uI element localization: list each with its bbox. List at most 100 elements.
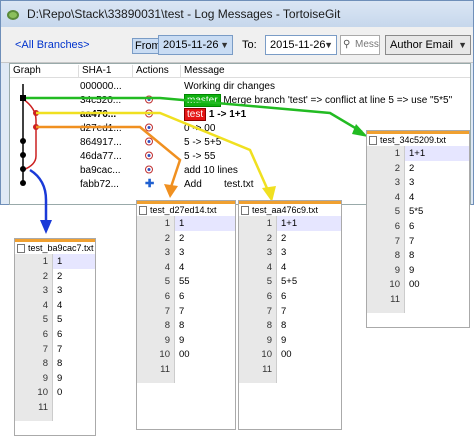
line-number: 7	[42, 343, 48, 355]
line-number: 9	[266, 334, 272, 346]
file-text[interactable]: 1 2 3 4 55 6 7 8 9 00	[175, 216, 235, 377]
line-number: 9	[164, 334, 170, 346]
line-text: 8	[57, 358, 63, 370]
line-text: 7	[57, 343, 63, 355]
line-number: 7	[266, 305, 272, 317]
line-text: 00	[409, 279, 420, 291]
file-window-ba9cac7: test_ba9cac7.txt 1 2 3 4 5 6 7 8 9 10 11 1 2 3 4 5 6 7 8 9 0	[14, 238, 96, 436]
line-text: 4	[409, 191, 415, 203]
line-text: 4	[57, 299, 63, 311]
line-text: 6	[281, 290, 287, 302]
line-text: 00	[281, 349, 292, 361]
line-number: 10	[159, 349, 170, 361]
line-number: 1	[266, 218, 272, 229]
line-number: 2	[164, 232, 170, 244]
line-number: 6	[42, 328, 48, 340]
file-name: test_d27ed14.txt	[150, 205, 217, 215]
file-icon	[139, 205, 147, 215]
line-number: 8	[164, 320, 170, 332]
line-text: 00	[179, 349, 190, 361]
line-text: 1	[57, 256, 63, 267]
line-number: 3	[266, 247, 272, 259]
line-number: 2	[266, 232, 272, 244]
line-number: 4	[164, 261, 170, 273]
file-name: test_34c5209.txt	[380, 135, 447, 145]
line-number: 8	[394, 250, 400, 262]
commit-graph	[20, 84, 39, 186]
line-text: 7	[179, 305, 185, 317]
file-text[interactable]: 1+1 2 3 4 5*5 6 7 8 9 00	[405, 146, 469, 307]
line-number: 5	[394, 206, 400, 218]
line-number: 4	[266, 261, 272, 273]
line-text: 0	[57, 387, 63, 399]
file-icon	[241, 205, 249, 215]
line-number: 3	[164, 247, 170, 259]
line-number: 2	[394, 162, 400, 174]
line-number: 5	[266, 276, 272, 288]
line-text: 3	[281, 247, 287, 259]
line-text: 4	[281, 261, 287, 273]
file-window-d27ed14: test_d27ed14.txt 1 2 3 4 5 6 7 8 9 10 11 1 2 3 4 55 6 7 8 9…	[136, 200, 236, 430]
line-text: 5*5	[409, 206, 424, 218]
line-number: 5	[164, 276, 170, 288]
file-tab[interactable]: test_ba9cac7.txt	[15, 239, 95, 254]
line-number: 10	[389, 279, 400, 291]
line-number-gutter: 1 2 3 4 5 6 7 8 9 10 11	[15, 254, 53, 421]
line-text: 3	[57, 285, 63, 297]
line-number: 8	[42, 358, 48, 370]
line-number: 11	[160, 363, 170, 375]
file-name: test_aa476c9.txt	[252, 205, 319, 215]
line-number: 7	[164, 305, 170, 317]
line-number: 10	[37, 387, 48, 399]
line-text: 1+1	[409, 148, 426, 159]
line-text: 2	[179, 232, 185, 244]
line-number: 3	[394, 177, 400, 189]
file-window-34c5209: test_34c5209.txt 1 2 3 4 5 6 7 8 9 10 11 1+1 2 3 4 5*5 6…	[366, 130, 470, 328]
line-number: 1	[164, 218, 170, 229]
file-tab[interactable]: test_d27ed14.txt	[137, 201, 235, 216]
line-text: 9	[281, 334, 287, 346]
line-number: 4	[42, 299, 48, 311]
line-text: 9	[57, 372, 63, 384]
line-text: 6	[57, 328, 63, 340]
line-text: 5+5	[281, 276, 298, 288]
file-icon	[369, 135, 377, 145]
file-text[interactable]: 1 2 3 4 5 6 7 8 9 0	[53, 254, 95, 415]
line-number: 1	[394, 148, 400, 159]
file-tab[interactable]: test_34c5209.txt	[367, 131, 469, 146]
line-number: 3	[42, 285, 48, 297]
line-text: 6	[409, 220, 415, 232]
line-text: 9	[409, 264, 415, 276]
line-number: 10	[261, 349, 272, 361]
line-number: 6	[394, 220, 400, 232]
file-icon	[17, 243, 25, 253]
line-text: 1+1	[281, 218, 298, 229]
line-text: 4	[179, 261, 185, 273]
line-text: 2	[281, 232, 287, 244]
line-number: 8	[266, 320, 272, 332]
line-number-gutter: 1 2 3 4 5 6 7 8 9 10 11	[239, 216, 277, 383]
file-name: test_ba9cac7.txt	[28, 243, 94, 253]
line-number: 1	[42, 256, 48, 267]
line-text: 8	[409, 250, 415, 262]
line-text: 9	[179, 334, 185, 346]
line-text: 1	[179, 218, 185, 229]
line-text: 8	[281, 320, 287, 332]
screenshot-root: D:\Repo\Stack\33890031\test - Log Messag…	[0, 0, 474, 439]
line-number-gutter: 1 2 3 4 5 6 7 8 9 10 11	[367, 146, 405, 313]
file-window-aa476c9: test_aa476c9.txt 1 2 3 4 5 6 7 8 9 10 11 1+1 2 3 4 5+5 6…	[238, 200, 342, 430]
line-text: 5	[57, 314, 63, 326]
line-number: 11	[262, 363, 272, 375]
line-text: 8	[179, 320, 185, 332]
file-tab[interactable]: test_aa476c9.txt	[239, 201, 341, 216]
line-text: 2	[57, 270, 63, 282]
file-text[interactable]: 1+1 2 3 4 5+5 6 7 8 9 00	[277, 216, 341, 377]
line-number-gutter: 1 2 3 4 5 6 7 8 9 10 11	[137, 216, 175, 383]
line-number: 7	[394, 235, 400, 247]
line-text: 6	[179, 290, 185, 302]
line-number: 9	[42, 372, 48, 384]
line-number: 11	[38, 401, 48, 413]
line-text: 2	[409, 162, 415, 174]
line-number: 5	[42, 314, 48, 326]
line-number: 6	[266, 290, 272, 302]
